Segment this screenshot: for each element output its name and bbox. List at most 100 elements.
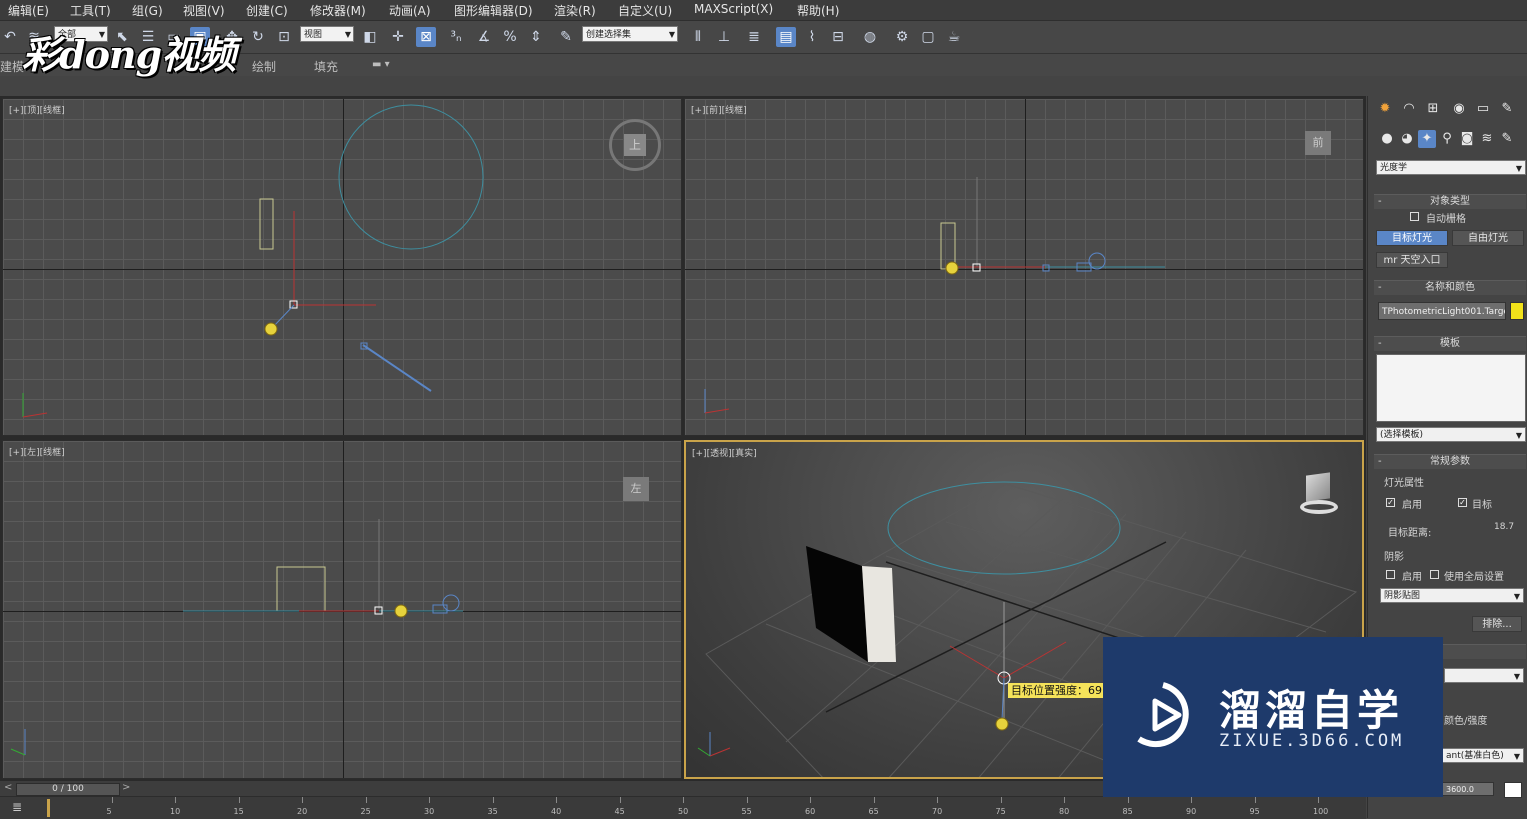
ribbon-options-icon[interactable]: ▬ ▾	[372, 59, 390, 70]
menu-rendering[interactable]: 渲染(R)	[554, 2, 596, 19]
render-frame-icon[interactable]: ▢	[918, 27, 938, 47]
viewcube-front[interactable]: 前	[1305, 131, 1331, 155]
spinner-snap-icon[interactable]: ⇕	[526, 27, 546, 47]
percent-snap-icon[interactable]: %	[500, 27, 520, 47]
named-selection-dropdown[interactable]: 创建选择集 ▼	[582, 26, 678, 42]
motion-tab-icon[interactable]: ◉	[1450, 100, 1468, 118]
top-scene	[22, 104, 484, 418]
schematic-icon[interactable]: ⊟	[828, 27, 848, 47]
select-manipulate-icon[interactable]: ✛	[388, 27, 408, 47]
viewcube-left[interactable]: 左	[623, 477, 649, 501]
template-dropdown[interactable]: (选择模板) ▼	[1376, 427, 1526, 442]
target-light-button[interactable]: 目标灯光	[1376, 230, 1448, 246]
viewport-top[interactable]: [+][顶][线框] 上	[2, 98, 682, 436]
material-editor-icon[interactable]: ◍	[860, 27, 880, 47]
ruler-tick-label: 20	[297, 807, 308, 816]
track-bar[interactable]: ≣ 5 10 15 20 25 30 35 40 45 50 55 60 65 70 75 80 85 90 95 1…	[0, 796, 1366, 819]
menu-help[interactable]: 帮助(H)	[797, 2, 839, 19]
filter-color-swatch[interactable]	[1504, 782, 1522, 798]
menu-maxscript[interactable]: MAXScript(X)	[694, 2, 773, 16]
object-color-swatch[interactable]	[1510, 302, 1524, 320]
viewcube-top[interactable]: 上	[609, 119, 661, 171]
ruler-tick-label: 85	[1122, 807, 1133, 816]
use-global-checkbox[interactable]	[1430, 570, 1439, 579]
edit-named-sel-icon[interactable]: ✎	[556, 27, 576, 47]
menu-modifiers[interactable]: 修改器(M)	[310, 2, 366, 19]
mirror-icon[interactable]: ⫴	[688, 27, 708, 47]
shadows-label: 阴影	[1384, 552, 1404, 563]
ribbon-tab-draw[interactable]: 绘制	[252, 58, 276, 75]
graphite-icon[interactable]: ▤	[776, 27, 796, 47]
mini-curve-editor-icon[interactable]: ≣	[12, 800, 22, 814]
template-list[interactable]	[1376, 354, 1526, 422]
light-category-dropdown[interactable]: 光度学 ▼	[1376, 160, 1526, 175]
render-icon[interactable]: ☕	[944, 27, 964, 47]
current-frame-marker[interactable]	[47, 799, 50, 817]
distribution-dropdown[interactable]: ▼	[1444, 668, 1524, 683]
angle-snap-icon[interactable]: ∡	[474, 27, 494, 47]
color-preset-dropdown[interactable]: ant(基准白色) ▼	[1442, 748, 1524, 763]
lights-icon[interactable]: ✦	[1418, 130, 1436, 148]
ribbon-tab-modeling[interactable]: 建模	[0, 58, 24, 75]
free-light-button[interactable]: 自由灯光	[1452, 230, 1524, 246]
object-name-field[interactable]: TPhotometricLight001.Target	[1378, 302, 1506, 320]
menu-view[interactable]: 视图(V)	[183, 2, 225, 19]
menu-edit[interactable]: 编辑(E)	[8, 2, 49, 19]
time-next-icon[interactable]: >	[122, 782, 130, 793]
align-icon[interactable]: ⊥	[714, 27, 734, 47]
hierarchy-tab-icon[interactable]: ⊞	[1424, 100, 1442, 118]
ruler-tick	[1127, 797, 1129, 803]
rollout-template[interactable]: - 模板	[1374, 336, 1526, 351]
menu-group[interactable]: 组(G)	[132, 2, 163, 19]
time-prev-icon[interactable]: <	[4, 782, 12, 793]
auto-grid-label: 自动栅格	[1426, 214, 1466, 225]
ribbon-tab-fill[interactable]: 填充	[314, 58, 338, 75]
viewport-front[interactable]: [+][前][线框] 前	[684, 98, 1364, 436]
scale-icon[interactable]: ⊡	[274, 27, 294, 47]
utilities-tab-icon[interactable]: ✎	[1498, 100, 1516, 118]
time-slider[interactable]: 0 / 100	[16, 783, 120, 796]
front-scene	[704, 177, 1165, 414]
spacewarps-icon[interactable]: ≋	[1478, 130, 1496, 148]
display-tab-icon[interactable]: ▭	[1474, 100, 1492, 118]
viewcube-face[interactable]: 上	[624, 134, 646, 156]
helpers-icon[interactable]: ◙	[1458, 130, 1476, 148]
pivot-icon[interactable]: ◧	[360, 27, 380, 47]
rotate-icon[interactable]: ↻	[248, 27, 268, 47]
viewcube-face[interactable]	[1306, 472, 1330, 502]
create-tab-icon[interactable]: ✹	[1376, 100, 1394, 118]
menu-tools[interactable]: 工具(T)	[70, 2, 111, 19]
modify-tab-icon[interactable]: ◠	[1400, 100, 1418, 118]
shapes-icon[interactable]: ◕	[1398, 130, 1416, 148]
auto-grid-checkbox[interactable]	[1410, 212, 1419, 221]
viewcube-perspective[interactable]	[1290, 472, 1344, 516]
light-enable-checkbox[interactable]: ✓	[1386, 498, 1395, 507]
geometry-icon[interactable]: ●	[1378, 130, 1396, 148]
snap-icon[interactable]: ³ₙ	[446, 27, 466, 47]
targeted-checkbox[interactable]: ✓	[1458, 498, 1467, 507]
menu-create[interactable]: 创建(C)	[246, 2, 288, 19]
systems-icon[interactable]: ✎	[1498, 130, 1516, 148]
sky-portal-button[interactable]: mr 天空入口	[1376, 252, 1448, 268]
exclude-button[interactable]: 排除...	[1472, 616, 1522, 632]
rollout-object-type[interactable]: - 对象类型	[1374, 194, 1526, 209]
rollout-name-color[interactable]: - 名称和颜色	[1374, 280, 1526, 295]
menu-graph-editors[interactable]: 图形编辑器(D)	[454, 2, 533, 19]
undo-icon[interactable]: ↶	[0, 27, 20, 47]
cameras-icon[interactable]: ⚲	[1438, 130, 1456, 148]
layer-icon[interactable]: ≣	[744, 27, 764, 47]
ruler-tick	[1000, 797, 1002, 803]
kelvin-field[interactable]: 3600.0	[1442, 782, 1494, 796]
curve-editor-icon[interactable]: ⌇	[802, 27, 822, 47]
rollout-general[interactable]: - 常规参数	[1374, 454, 1526, 469]
render-setup-icon[interactable]: ⚙	[892, 27, 912, 47]
menu-animation[interactable]: 动画(A)	[389, 2, 431, 19]
menu-customize[interactable]: 自定义(U)	[618, 2, 672, 19]
color-intensity-label: 颜色/强度	[1444, 716, 1488, 727]
keyboard-shortcut-override-icon[interactable]: ⊠	[416, 27, 436, 47]
reference-coord-dropdown[interactable]: 视图 ▼	[300, 26, 354, 42]
ruler-tick-label: 50	[678, 807, 689, 816]
viewport-left[interactable]: [+][左][线框] 左	[2, 440, 682, 779]
shadow-enable-checkbox[interactable]	[1386, 570, 1395, 579]
shadow-type-dropdown[interactable]: 阴影贴图 ▼	[1380, 588, 1524, 603]
